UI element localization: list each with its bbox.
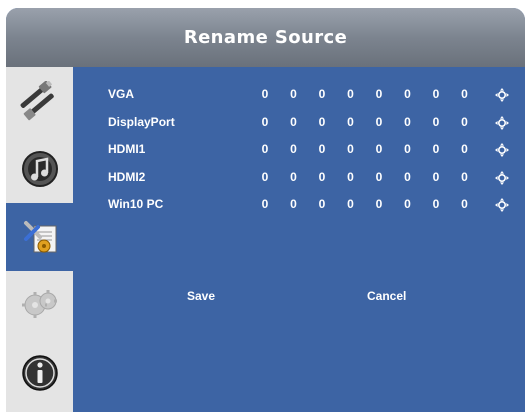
sidebar	[6, 67, 73, 412]
name-character-field[interactable]: 0	[317, 197, 327, 211]
name-character-field[interactable]: 0	[460, 87, 470, 101]
name-character-field[interactable]: 0	[403, 170, 413, 184]
gear-icon	[21, 290, 57, 318]
title-bar: Rename Source	[6, 8, 525, 67]
name-character-field[interactable]: 0	[460, 115, 470, 129]
name-character-field[interactable]: 0	[260, 142, 270, 156]
name-character-field[interactable]: 0	[460, 142, 470, 156]
name-character-field[interactable]: 0	[403, 87, 413, 101]
source-name-label: VGA	[108, 87, 135, 101]
name-character-field[interactable]: 0	[260, 115, 270, 129]
save-button[interactable]: Save	[187, 289, 215, 303]
name-character-field[interactable]: 0	[431, 142, 441, 156]
navigate-icon[interactable]	[495, 88, 509, 102]
name-character-field[interactable]: 0	[289, 115, 299, 129]
name-character-field[interactable]: 0	[289, 142, 299, 156]
cancel-button[interactable]: Cancel	[367, 289, 406, 303]
name-character-field[interactable]: 0	[403, 115, 413, 129]
source-name-label: DisplayPort	[108, 114, 175, 129]
name-character-field[interactable]: 0	[289, 87, 299, 101]
info-icon	[21, 355, 58, 391]
source-row[interactable]: Win10 PC 0 0 0 0 0 0 0 0	[73, 191, 525, 218]
navigate-icon[interactable]	[495, 143, 509, 157]
name-character-field[interactable]: 0	[460, 170, 470, 184]
name-character-field[interactable]: 0	[431, 170, 441, 184]
name-character-field[interactable]: 0	[317, 87, 327, 101]
name-character-field[interactable]: 0	[260, 87, 270, 101]
source-row[interactable]: HDMI2 0 0 0 0 0 0 0 0	[73, 164, 525, 191]
source-name-label: HDMI2	[108, 169, 146, 184]
cables-icon	[20, 81, 54, 121]
page-title: Rename Source	[183, 27, 348, 48]
name-character-field[interactable]: 0	[431, 87, 441, 101]
sidebar-item-info[interactable]	[6, 339, 73, 407]
rename-source-panel: VGA 0 0 0 0 0 0 0 0 DisplayPort 0 0 0 0 0 0 0 0 HDMI1 0 0 0 0 0…	[73, 67, 525, 412]
source-name-label: HDMI1	[108, 142, 146, 156]
osd-window: Rename Source VGA 0 0 0 0 0 0 0 0 Displa…	[6, 8, 525, 412]
audio-icon	[21, 151, 58, 187]
sidebar-item-advanced[interactable]	[6, 271, 73, 339]
source-row[interactable]: DisplayPort 0 0 0 0 0 0 0 0	[73, 109, 525, 136]
name-character-field[interactable]: 0	[260, 197, 270, 211]
name-character-field[interactable]: 0	[374, 87, 384, 101]
name-character-field[interactable]: 0	[346, 87, 356, 101]
name-character-field[interactable]: 0	[403, 142, 413, 156]
name-character-field[interactable]: 0	[317, 115, 327, 129]
name-character-field[interactable]: 0	[346, 197, 356, 211]
name-character-field[interactable]: 0	[289, 197, 299, 211]
sidebar-item-audio[interactable]	[6, 135, 73, 203]
name-character-field[interactable]: 0	[317, 170, 327, 184]
sidebar-item-input[interactable]	[6, 67, 73, 135]
name-character-field[interactable]: 0	[403, 197, 413, 211]
name-character-field[interactable]: 0	[374, 115, 384, 129]
name-character-field[interactable]: 0	[460, 197, 470, 211]
source-row[interactable]: HDMI1 0 0 0 0 0 0 0 0	[73, 136, 525, 163]
navigate-icon[interactable]	[495, 170, 509, 185]
name-character-field[interactable]: 0	[374, 142, 384, 156]
navigate-icon[interactable]	[495, 115, 509, 130]
name-character-field[interactable]: 0	[260, 170, 270, 184]
navigate-icon[interactable]	[495, 198, 509, 212]
name-character-field[interactable]: 0	[346, 115, 356, 129]
source-row[interactable]: VGA 0 0 0 0 0 0 0 0	[73, 81, 525, 108]
name-character-field[interactable]: 0	[431, 115, 441, 129]
name-character-field[interactable]: 0	[374, 197, 384, 211]
name-character-field[interactable]: 0	[346, 142, 356, 156]
name-character-field[interactable]: 0	[431, 197, 441, 211]
name-character-field[interactable]: 0	[289, 170, 299, 184]
name-character-field[interactable]: 0	[317, 142, 327, 156]
name-character-field[interactable]: 0	[346, 170, 356, 184]
name-character-field[interactable]: 0	[374, 170, 384, 184]
source-name-label: Win10 PC	[108, 197, 164, 211]
sidebar-item-system[interactable]	[6, 203, 73, 271]
settings-tools-icon	[23, 221, 56, 253]
